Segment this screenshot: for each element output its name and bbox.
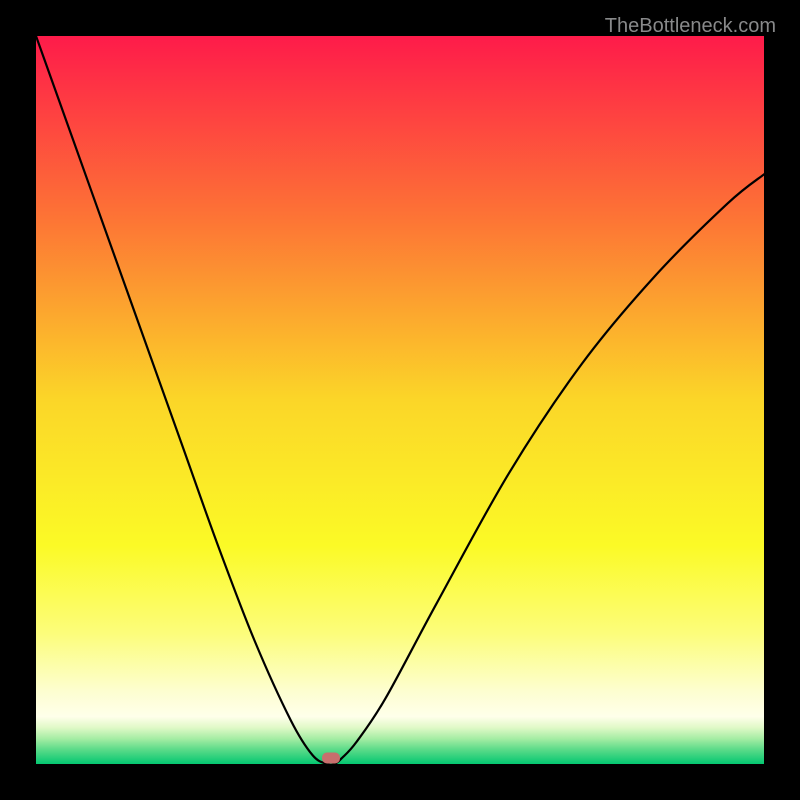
bottleneck-curve [36,36,764,764]
plot-area [36,36,764,764]
watermark-text: TheBottleneck.com [605,15,776,38]
optimal-point-marker [322,753,340,764]
chart-frame: TheBottleneck.com [0,0,800,800]
